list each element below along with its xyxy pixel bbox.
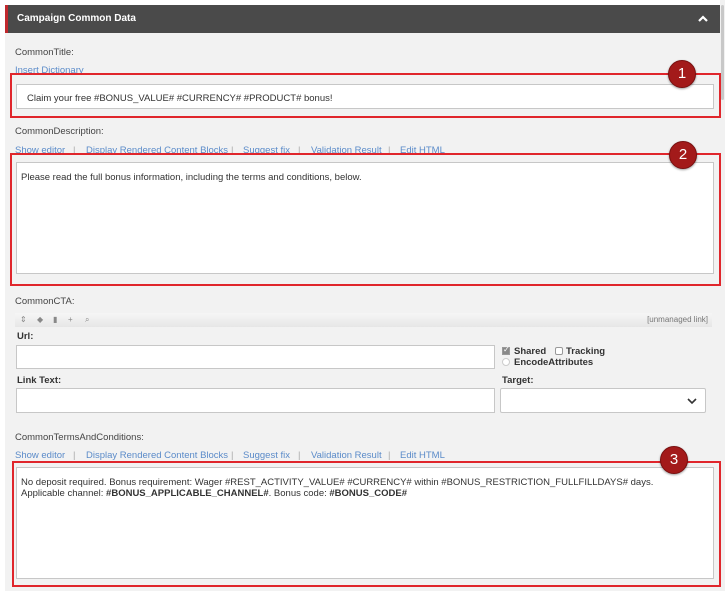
shared-label: Shared bbox=[514, 346, 547, 357]
link-separator: | bbox=[388, 450, 391, 461]
chevron-up-icon[interactable] bbox=[697, 13, 709, 25]
panel-title: Campaign Common Data bbox=[17, 13, 136, 24]
annotation-badge-3: 3 bbox=[660, 446, 688, 474]
link-text-label: Link Text: bbox=[17, 375, 62, 386]
common-terms-label: CommonTermsAndConditions: bbox=[15, 432, 144, 443]
link-separator: | bbox=[231, 450, 234, 461]
panel-header[interactable]: Campaign Common Data bbox=[5, 5, 720, 33]
tracking-checkbox[interactable] bbox=[555, 347, 563, 355]
tracking-label: Tracking bbox=[566, 346, 606, 357]
link-separator: | bbox=[298, 450, 301, 461]
sort-icon[interactable]: ⇕ bbox=[20, 315, 27, 324]
annotation-badge-1: 1 bbox=[668, 60, 696, 88]
plus-icon[interactable]: + bbox=[68, 315, 73, 324]
validation-result-link[interactable]: Validation Result bbox=[311, 450, 382, 461]
target-select[interactable] bbox=[500, 388, 706, 413]
annotation-box-2 bbox=[10, 153, 721, 286]
display-rendered-content-blocks-link[interactable]: Display Rendered Content Blocks bbox=[86, 450, 228, 461]
unmanaged-link-label: [unmanaged link] bbox=[647, 315, 708, 324]
cta-toolbar bbox=[15, 313, 712, 327]
chevron-down-icon bbox=[687, 398, 697, 405]
encode-attributes-checkbox[interactable] bbox=[502, 358, 510, 366]
suggest-fix-link[interactable]: Suggest fix bbox=[243, 450, 290, 461]
trash-icon[interactable]: ▮ bbox=[53, 315, 57, 324]
search-icon[interactable]: ⌕ bbox=[85, 315, 89, 325]
encode-attributes-label: EncodeAttributes bbox=[514, 357, 594, 368]
common-description-label: CommonDescription: bbox=[15, 126, 104, 137]
common-cta-label: CommonCTA: bbox=[15, 296, 75, 307]
annotation-box-1 bbox=[10, 73, 721, 118]
url-input[interactable] bbox=[16, 345, 495, 369]
edit-html-link[interactable]: Edit HTML bbox=[400, 450, 445, 461]
url-label: Url: bbox=[17, 331, 34, 342]
tag-icon[interactable]: ◆ bbox=[37, 315, 43, 324]
link-text-input[interactable] bbox=[16, 388, 495, 413]
common-title-label: CommonTitle: bbox=[15, 47, 74, 58]
shared-checkbox[interactable] bbox=[502, 345, 510, 355]
annotation-badge-2: 2 bbox=[669, 141, 697, 169]
annotation-box-3 bbox=[12, 461, 721, 587]
link-separator: | bbox=[73, 450, 76, 461]
target-label: Target: bbox=[502, 375, 534, 386]
show-editor-link[interactable]: Show editor bbox=[15, 450, 65, 461]
scrollbar-thumb[interactable] bbox=[721, 5, 724, 100]
